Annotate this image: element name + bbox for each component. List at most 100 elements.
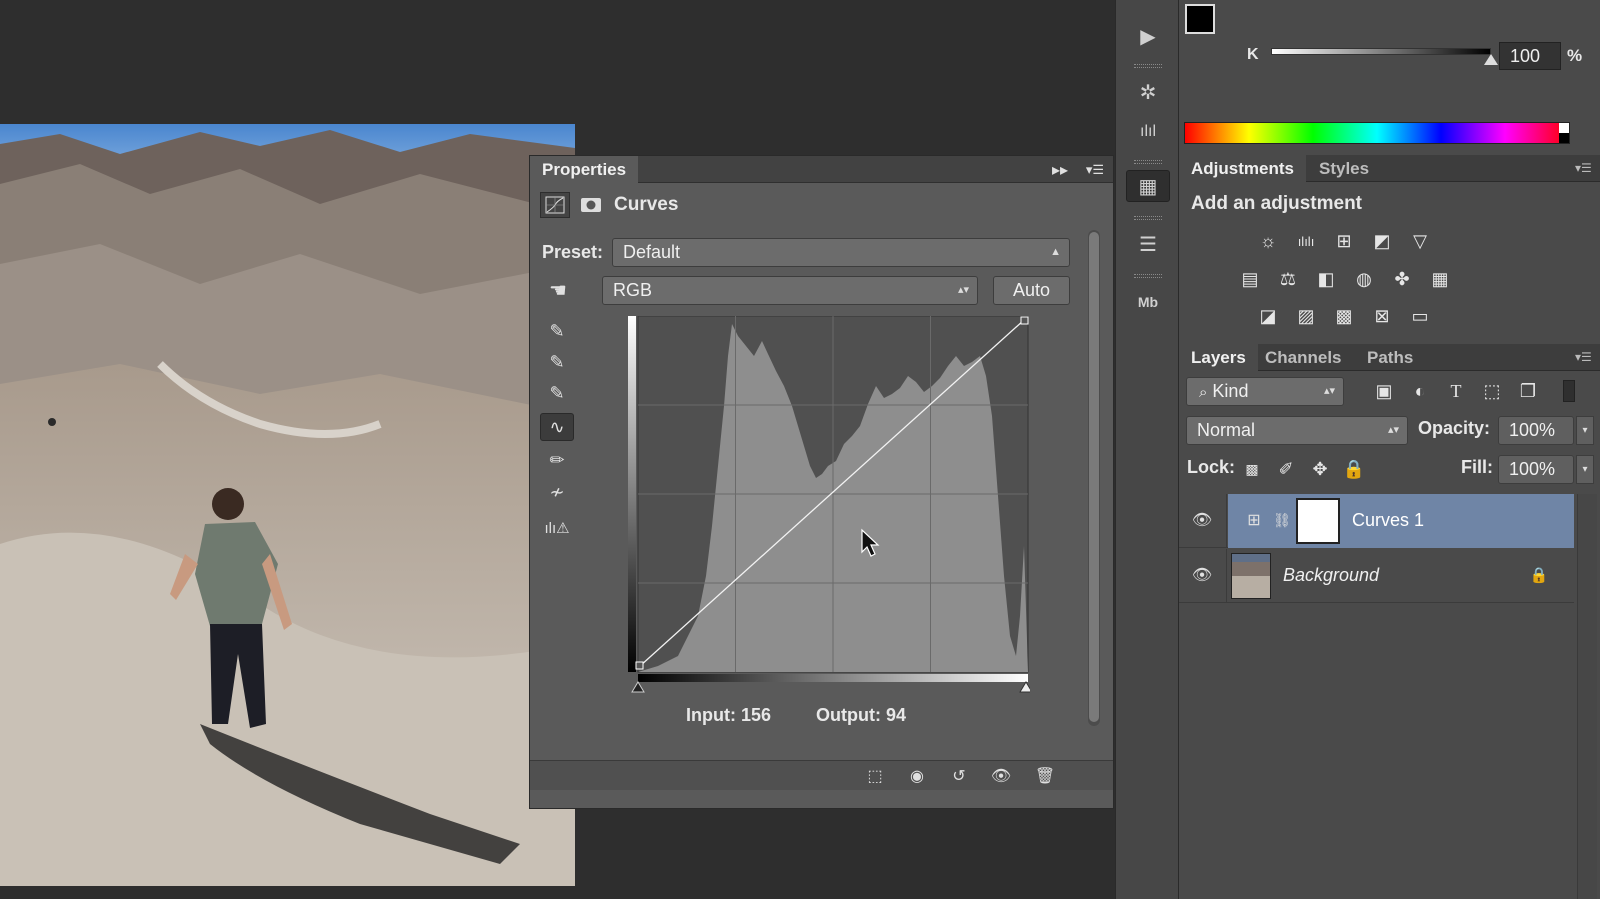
curve-points-tool-icon[interactable]: ∿: [540, 413, 574, 441]
black-white-icon[interactable]: ◧: [1313, 266, 1339, 292]
reset-icon[interactable]: ↺: [944, 765, 974, 787]
panel-menu-icon[interactable]: ▾☰: [1083, 160, 1107, 180]
tab-layers[interactable]: Layers: [1179, 344, 1258, 371]
color-lookup-icon[interactable]: ▦: [1427, 266, 1453, 292]
document-photo[interactable]: [0, 124, 575, 886]
mini-bridge-icon[interactable]: Mb: [1126, 286, 1170, 318]
black-swatch[interactable]: [1559, 133, 1569, 143]
mask-icon[interactable]: [576, 192, 606, 218]
layer-name[interactable]: Background: [1283, 565, 1379, 586]
opacity-field[interactable]: 100%: [1498, 416, 1574, 445]
filter-pixel-icon[interactable]: ▣: [1371, 378, 1397, 404]
layer-row-curves[interactable]: 👁 ⊞ ⛓ Curves 1: [1179, 494, 1574, 548]
properties-panel: Properties ▸▸ ▾☰ Curves Preset: Default …: [529, 155, 1114, 809]
color-spectrum-ramp[interactable]: [1184, 122, 1570, 144]
lock-transparent-icon[interactable]: ▩: [1239, 456, 1265, 482]
output-gradient-bar: [628, 316, 636, 672]
levels-icon[interactable]: ılılı: [1293, 228, 1319, 254]
curves-layer-icon: ⊞: [1247, 512, 1261, 529]
brush-settings-icon[interactable]: ✲: [1126, 76, 1170, 108]
layer-thumbnail[interactable]: [1231, 553, 1271, 599]
layer-filter-select[interactable]: ⌕ Kind ▴▾: [1186, 377, 1344, 406]
lock-position-icon[interactable]: ✥: [1307, 456, 1333, 482]
play-action-icon[interactable]: ▶: [1126, 20, 1170, 52]
visibility-cell[interactable]: 👁: [1179, 549, 1227, 603]
filter-smart-object-icon[interactable]: ❐: [1515, 378, 1541, 404]
gray-point-eyedropper-icon[interactable]: ✎: [540, 348, 574, 376]
pencil-draw-icon[interactable]: ✏: [540, 446, 574, 474]
tab-styles[interactable]: Styles: [1307, 155, 1381, 182]
channel-select[interactable]: RGB ▴▾: [602, 276, 978, 305]
clipping-warning-icon[interactable]: ılı⚠: [540, 514, 574, 542]
tab-adjustments[interactable]: Adjustments: [1179, 155, 1306, 182]
filter-shape-icon[interactable]: ⬚: [1479, 378, 1505, 404]
fill-field[interactable]: 100%: [1498, 455, 1574, 484]
fill-value: 100%: [1509, 459, 1556, 479]
lock-image-pixels-icon[interactable]: ✐: [1273, 456, 1299, 482]
grip-handle[interactable]: [1134, 64, 1162, 68]
black-point-eyedropper-icon[interactable]: ✎: [540, 317, 574, 345]
channel-mixer-icon[interactable]: ✤: [1389, 266, 1415, 292]
filter-adjustment-icon[interactable]: ◐: [1407, 378, 1433, 404]
layer-row-background[interactable]: 👁 Background 🔒: [1179, 549, 1574, 603]
filter-toggle[interactable]: [1563, 380, 1575, 402]
histogram-icon[interactable]: ılıl: [1126, 116, 1170, 148]
targeted-adjustment-hand-icon[interactable]: ☚: [540, 276, 576, 304]
posterize-icon[interactable]: ▨: [1293, 303, 1319, 329]
vibrance-icon[interactable]: ▽: [1407, 228, 1433, 254]
white-swatch[interactable]: [1559, 123, 1569, 133]
white-point-eyedropper-icon[interactable]: ✎: [540, 379, 574, 407]
opacity-dropdown-icon[interactable]: ▾: [1576, 416, 1594, 445]
panel-menu-icon[interactable]: ▾☰: [1575, 350, 1592, 364]
preset-select[interactable]: Default ▲: [612, 238, 1070, 267]
auto-button[interactable]: Auto: [993, 276, 1070, 305]
tab-channels[interactable]: Channels: [1253, 344, 1354, 371]
filter-type-icon[interactable]: T: [1443, 378, 1469, 404]
link-chain-icon[interactable]: ⛓: [1273, 508, 1291, 532]
exposure-icon[interactable]: ◩: [1369, 228, 1395, 254]
layer-mask-thumbnail[interactable]: [1296, 498, 1340, 544]
view-previous-state-icon[interactable]: ◉: [902, 765, 932, 787]
delete-trash-icon[interactable]: 🗑: [1030, 765, 1060, 787]
clip-to-layer-icon[interactable]: ⬚: [860, 765, 890, 787]
threshold-icon[interactable]: ▩: [1331, 303, 1357, 329]
visibility-eye-icon[interactable]: 👁: [986, 765, 1016, 787]
layers-scrollbar[interactable]: [1577, 494, 1597, 899]
brightness-contrast-icon[interactable]: ☼: [1255, 228, 1281, 254]
properties-tabbar: Properties ▸▸ ▾☰: [530, 156, 1113, 183]
tab-properties[interactable]: Properties: [530, 156, 639, 183]
smooth-curve-icon[interactable]: ≁: [540, 478, 574, 506]
hue-saturation-icon[interactable]: ▤: [1237, 266, 1263, 292]
curves-histogram-svg[interactable]: [628, 315, 1033, 696]
properties-scrollbar[interactable]: [1088, 230, 1100, 726]
grip-handle[interactable]: [1134, 274, 1162, 278]
visibility-cell[interactable]: 👁: [1179, 494, 1227, 548]
visibility-eye-icon[interactable]: 👁: [1189, 563, 1215, 587]
curves-adjustment-icon[interactable]: [540, 192, 570, 218]
fill-dropdown-icon[interactable]: ▾: [1576, 455, 1594, 484]
layer-name[interactable]: Curves 1: [1352, 510, 1424, 531]
curves-graph[interactable]: [628, 315, 1033, 696]
select-arrows-icon: ▲: [1050, 246, 1061, 258]
lock-all-icon[interactable]: 🔒: [1341, 456, 1367, 482]
color-balance-icon[interactable]: ⚖: [1275, 266, 1301, 292]
collapse-panel-icon[interactable]: ▸▸: [1050, 160, 1070, 180]
photo-filter-icon[interactable]: ◍: [1351, 266, 1377, 292]
k-value-field[interactable]: 100: [1499, 42, 1561, 70]
grip-handle[interactable]: [1134, 216, 1162, 220]
visibility-eye-icon[interactable]: 👁: [1189, 508, 1215, 532]
gradient-map-icon[interactable]: ▭: [1407, 303, 1433, 329]
clone-source-icon[interactable]: ☰: [1126, 228, 1170, 260]
foreground-color-swatch[interactable]: [1185, 4, 1215, 34]
properties-dock-icon[interactable]: ▦: [1126, 170, 1170, 202]
selective-color-icon[interactable]: ⊠: [1369, 303, 1395, 329]
k-slider-thumb[interactable]: [1484, 54, 1498, 65]
invert-icon[interactable]: ◪: [1255, 303, 1281, 329]
blend-mode-select[interactable]: Normal ▴▾: [1186, 416, 1408, 445]
k-slider-track[interactable]: [1271, 48, 1491, 55]
curves-icon[interactable]: ⊞: [1331, 228, 1357, 254]
tab-paths[interactable]: Paths: [1355, 344, 1425, 371]
grip-handle[interactable]: [1134, 160, 1162, 164]
scrollbar-thumb[interactable]: [1089, 232, 1099, 722]
panel-menu-icon[interactable]: ▾☰: [1575, 161, 1592, 175]
